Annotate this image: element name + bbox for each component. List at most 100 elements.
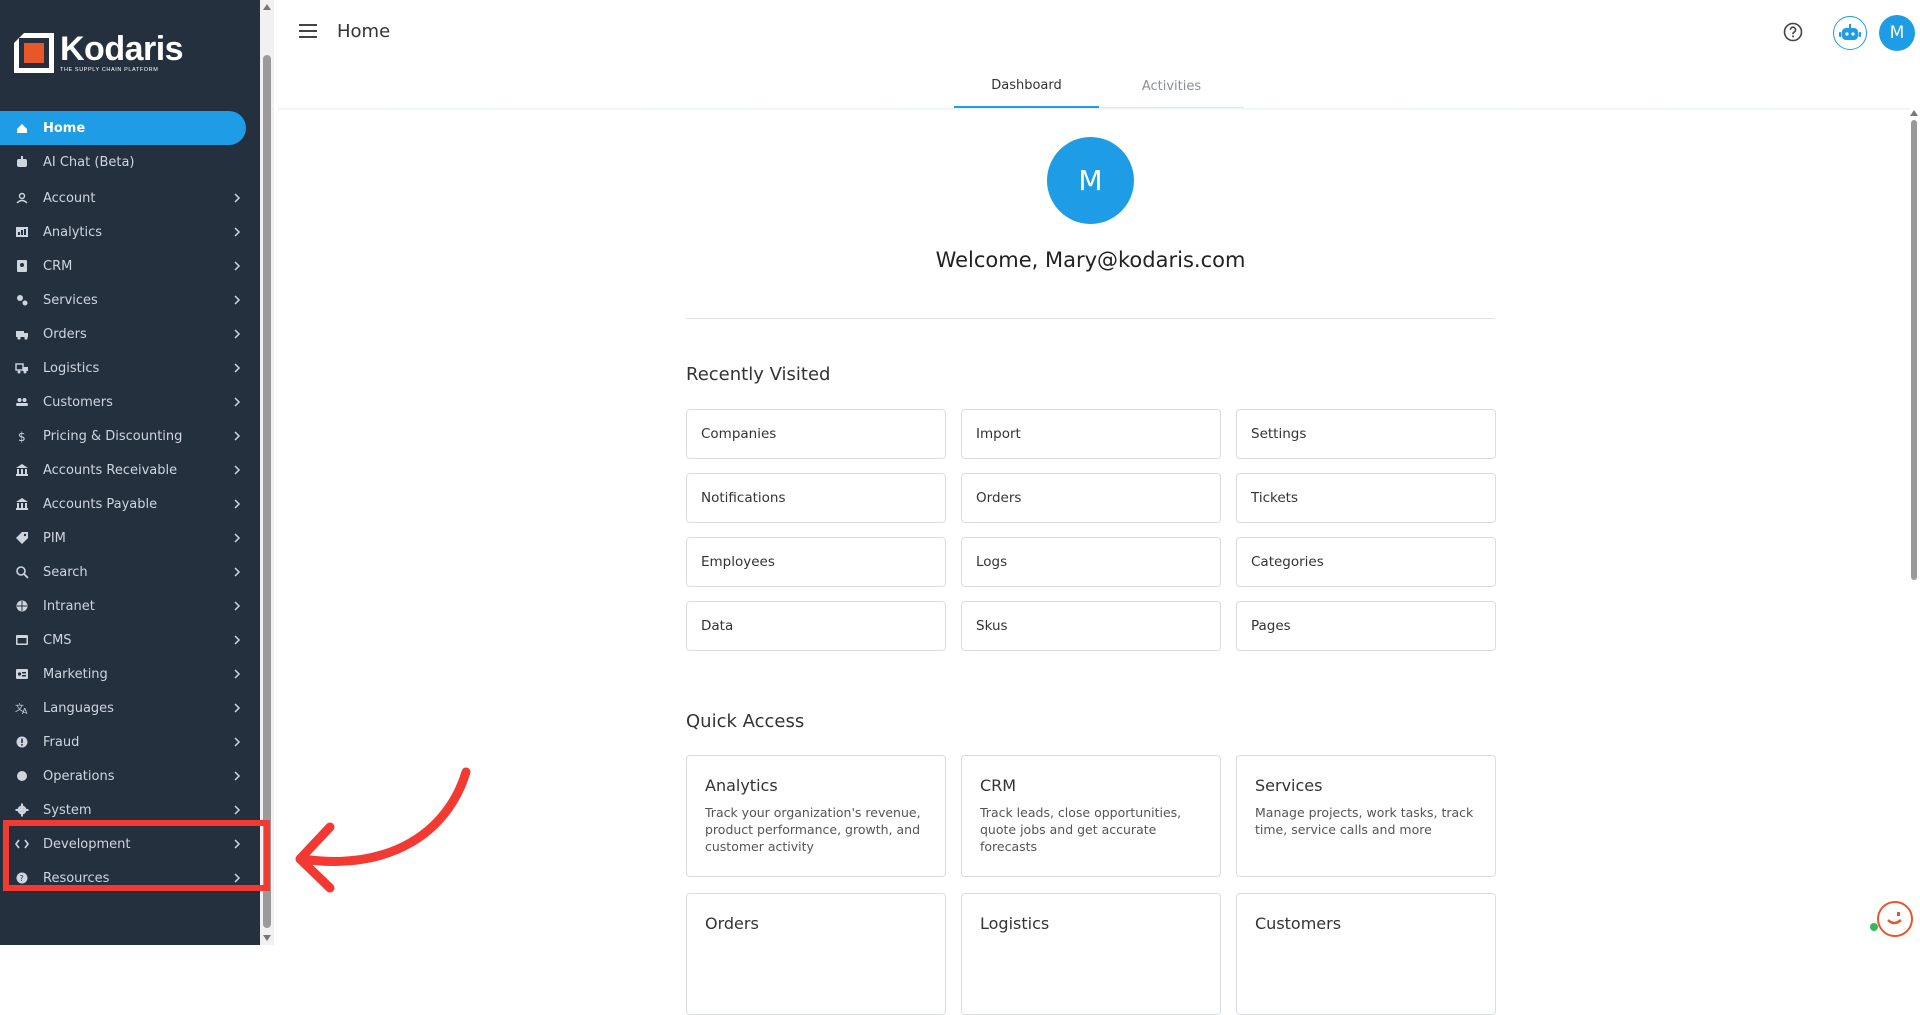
sidebar-item-analytics[interactable]: Analytics [0, 215, 246, 249]
chevron-right-icon [234, 431, 241, 441]
tab-dashboard[interactable]: Dashboard [954, 64, 1099, 108]
chevron-right-icon [234, 601, 241, 611]
quick-access-card-description: Track your organization's revenue, produ… [705, 805, 921, 854]
quick-access-card-logistics[interactable]: Logistics [961, 893, 1221, 1015]
robot-icon [1839, 24, 1861, 40]
quick-access-card-crm[interactable]: CRM Track leads, close opportunities, quo… [961, 755, 1221, 877]
sidebar-item-intranet[interactable]: Intranet [0, 589, 246, 623]
scroll-down-arrow-icon[interactable] [263, 935, 271, 941]
sidebar-item-marketing[interactable]: Marketing [0, 657, 246, 691]
recent-tile-notifications[interactable]: Notifications [686, 473, 946, 523]
sidebar-item-services[interactable]: Services [0, 283, 246, 317]
quick-access-card-title: Logistics [980, 914, 1050, 933]
chevron-right-icon [234, 465, 241, 475]
svg-text:$: $ [18, 430, 26, 443]
logo-wordmark: Kodaris [60, 30, 184, 68]
delivery-icon [15, 361, 29, 375]
quick-access-card-analytics[interactable]: Analytics Track your organization's reven… [686, 755, 946, 877]
home-icon [15, 121, 29, 135]
chevron-right-icon [234, 397, 241, 407]
ai-assistant-button[interactable] [1833, 16, 1867, 50]
id-card-icon [15, 667, 29, 681]
quick-access-card-title: CRM [980, 776, 1017, 795]
page-title: Home [337, 21, 391, 42]
sidebar: Kodaris THE SUPPLY CHAIN PLATFORM Home AI… [0, 0, 260, 945]
sidebar-item-accounts-receivable[interactable]: Accounts Receivable [0, 453, 246, 487]
quick-access-card-description: Manage projects, work tasks, track time,… [1255, 805, 1474, 837]
kodaris-logo[interactable]: Kodaris THE SUPPLY CHAIN PLATFORM [14, 30, 184, 73]
sidebar-scrollbar-thumb[interactable] [263, 55, 271, 928]
sidebar-item-cms[interactable]: CMS [0, 623, 246, 657]
sidebar-item-label: Services [43, 292, 98, 308]
sidebar-item-label: Home [43, 120, 86, 136]
robot-icon [15, 155, 29, 169]
quick-access-card-orders[interactable]: Orders [686, 893, 946, 1015]
tab-bar: Dashboard Activities [954, 64, 1244, 108]
sidebar-item-account[interactable]: Account [0, 181, 246, 215]
sidebar-item-orders[interactable]: Orders [0, 317, 246, 351]
sidebar-item-label: Languages [43, 700, 114, 716]
recent-tile-orders[interactable]: Orders [961, 473, 1221, 523]
recent-tile-logs[interactable]: Logs [961, 537, 1221, 587]
help-icon[interactable] [1783, 22, 1803, 42]
scroll-up-arrow-icon[interactable] [1910, 110, 1918, 116]
sidebar-item-logistics[interactable]: Logistics [0, 351, 246, 385]
recent-tile-employees[interactable]: Employees [686, 537, 946, 587]
sidebar-item-crm[interactable]: CRM [0, 249, 246, 283]
user-avatar[interactable]: M [1879, 15, 1915, 51]
translate-icon: 文A [15, 701, 29, 715]
sidebar-item-accounts-payable[interactable]: Accounts Payable [0, 487, 246, 521]
chevron-right-icon [234, 329, 241, 339]
quick-access-card-customers[interactable]: Customers [1236, 893, 1496, 1015]
sidebar-item-ai-chat-beta[interactable]: AI Chat (Beta) [0, 145, 246, 179]
sidebar-item-label: Logistics [43, 360, 100, 376]
sidebar-item-fraud[interactable]: Fraud [0, 725, 246, 759]
sidebar-item-label: CRM [43, 258, 73, 274]
chevron-right-icon [234, 499, 241, 509]
quick-access-card-services[interactable]: Services Manage projects, work tasks, tra… [1236, 755, 1496, 877]
recent-tile-pages[interactable]: Pages [1236, 601, 1496, 651]
content-scrollbar-thumb[interactable] [1911, 120, 1917, 580]
chat-face-icon [1887, 912, 1902, 925]
sidebar-item-label: Accounts Payable [43, 496, 158, 512]
sidebar-item-label: Accounts Receivable [43, 462, 178, 478]
hamburger-menu-icon[interactable] [299, 24, 317, 38]
gear-icon [15, 803, 29, 817]
sidebar-item-customers[interactable]: Customers [0, 385, 246, 419]
sidebar-scrollbar[interactable] [260, 0, 274, 945]
tag-icon [15, 531, 29, 545]
sidebar-item-label: Orders [43, 326, 87, 342]
chevron-right-icon [234, 771, 241, 781]
recent-tile-categories[interactable]: Categories [1236, 537, 1496, 587]
sidebar-item-label: Operations [43, 768, 115, 784]
gears-icon [15, 293, 29, 307]
chevron-right-icon [234, 567, 241, 577]
recent-tile-import[interactable]: Import [961, 409, 1221, 459]
scroll-up-arrow-icon[interactable] [263, 4, 271, 10]
recent-tile-skus[interactable]: Skus [961, 601, 1221, 651]
recent-tile-tickets[interactable]: Tickets [1236, 473, 1496, 523]
sidebar-item-label: Analytics [43, 224, 103, 240]
welcome-message: Welcome, Mary@kodaris.com [935, 248, 1246, 272]
quick-access-card-title: Analytics [705, 776, 778, 795]
recent-tile-settings[interactable]: Settings [1236, 409, 1496, 459]
chevron-right-icon [234, 227, 241, 237]
sidebar-item-home[interactable]: Home [0, 111, 246, 145]
tab-activities[interactable]: Activities [1099, 64, 1244, 108]
bank-icon [15, 463, 29, 477]
truck-icon [15, 327, 29, 341]
search-icon [15, 565, 29, 579]
sidebar-item-search[interactable]: Search [0, 555, 246, 589]
sidebar-item-label: System [43, 802, 92, 818]
recent-tile-companies[interactable]: Companies [686, 409, 946, 459]
annotation-arrow-icon [295, 767, 471, 893]
sidebar-item-operations[interactable]: Operations [0, 759, 246, 793]
sidebar-item-pricing-discounting[interactable]: $ Pricing & Discounting [0, 419, 246, 453]
dollar-icon: $ [15, 429, 29, 443]
live-chat-widget[interactable] [1877, 901, 1913, 937]
sidebar-item-languages[interactable]: 文 A Languages [0, 691, 246, 725]
recent-tile-data[interactable]: Data [686, 601, 946, 651]
sidebar-item-pim[interactable]: PIM [0, 521, 246, 555]
content-scrollbar[interactable] [1908, 110, 1920, 945]
web-icon [15, 633, 29, 647]
